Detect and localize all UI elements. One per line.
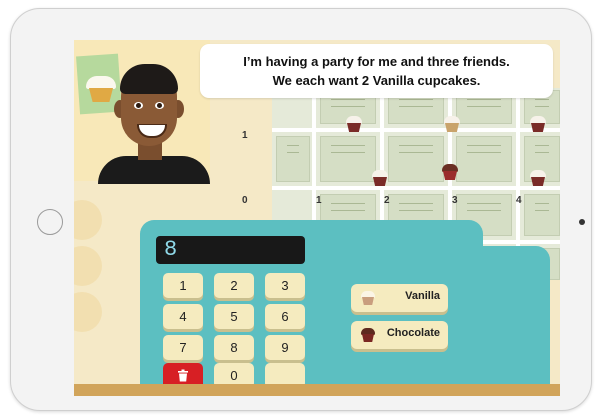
chocolate-label: Chocolate (386, 327, 440, 339)
speech-bubble: I’m having a party for me and three frie… (200, 44, 553, 98)
decorative-circle (74, 292, 102, 332)
chocolate-cupcake-icon (360, 328, 376, 342)
row-label-0: 0 (242, 195, 248, 206)
cupcake-icon (440, 164, 460, 180)
cupcake-icon (528, 170, 548, 186)
trash-icon (178, 369, 188, 382)
row-label-1: 1 (242, 130, 248, 141)
game-screen: 1 0 1 2 3 4 I’m having a party for me an… (74, 40, 560, 396)
map-block (320, 136, 376, 182)
key-1[interactable]: 1 (163, 273, 203, 298)
key-4[interactable]: 4 (163, 304, 203, 329)
key-7[interactable]: 7 (163, 335, 203, 360)
tablet-frame: 1 0 1 2 3 4 I’m having a party for me an… (10, 8, 592, 411)
camera-dot (579, 219, 585, 225)
map-block (456, 136, 512, 182)
cupcake-icon (370, 170, 390, 186)
key-3[interactable]: 3 (265, 273, 305, 298)
key-5[interactable]: 5 (214, 304, 254, 329)
customer-avatar (98, 56, 210, 184)
decorative-circle (74, 200, 102, 240)
customer-panel (74, 40, 210, 184)
col-label-4: 4 (516, 195, 522, 206)
key-9[interactable]: 9 (265, 335, 305, 360)
col-label-2: 2 (384, 195, 390, 206)
col-label-1: 1 (316, 195, 322, 206)
decorative-circle (74, 246, 102, 286)
display-value: 8 (164, 237, 178, 262)
home-button[interactable] (37, 209, 63, 235)
key-2[interactable]: 2 (214, 273, 254, 298)
cupcake-icon (442, 116, 462, 132)
key-6[interactable]: 6 (265, 304, 305, 329)
register-display: 8 (156, 236, 305, 264)
speech-line-1: I’m having a party for me and three frie… (243, 54, 510, 69)
map-block (388, 136, 444, 182)
vanilla-cupcake-icon (360, 291, 376, 305)
vanilla-button[interactable]: Vanilla (351, 284, 448, 312)
map-block (524, 194, 560, 236)
cupcake-icon (344, 116, 364, 132)
key-8[interactable]: 8 (214, 335, 254, 360)
vanilla-label: Vanilla (405, 290, 440, 302)
cupcake-icon (528, 116, 548, 132)
col-label-3: 3 (452, 195, 458, 206)
counter-top (74, 384, 560, 396)
map-block (276, 136, 310, 182)
speech-line-2: We each want 2 Vanilla cupcakes. (272, 73, 481, 88)
chocolate-button[interactable]: Chocolate (351, 321, 448, 349)
